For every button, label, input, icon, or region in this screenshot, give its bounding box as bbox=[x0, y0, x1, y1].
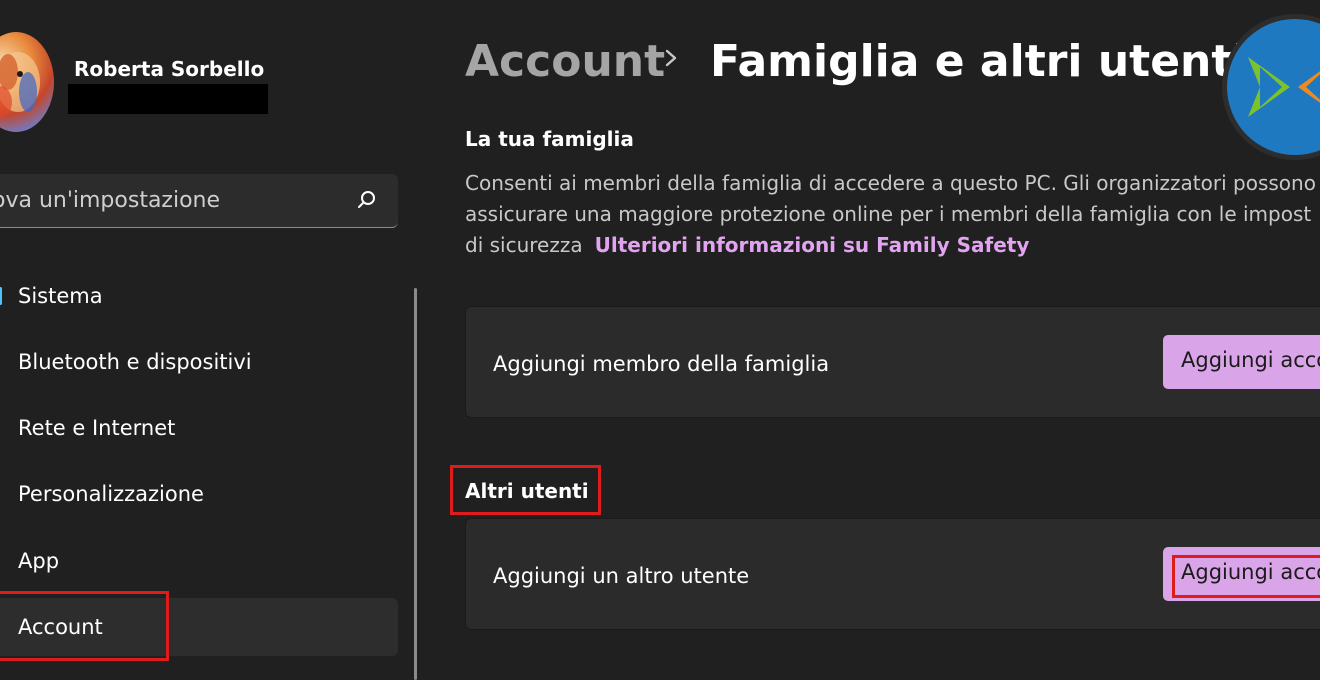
family-description-text: di sicurezza bbox=[465, 233, 583, 257]
sidebar-item-sistema[interactable]: Sistema bbox=[0, 267, 398, 325]
user-name: Roberta Sorbello bbox=[74, 57, 265, 81]
sidebar-item-rete[interactable]: Rete e Internet bbox=[0, 400, 398, 458]
family-safety-link[interactable]: Ulteriori informazioni su Family Safety bbox=[595, 233, 1030, 257]
page-title: Famiglia e altri utenti bbox=[710, 36, 1248, 87]
highlight-box-add-account bbox=[1172, 555, 1320, 598]
sidebar-item-label: Bluetooth e dispositivi bbox=[18, 350, 252, 374]
highlight-box-altri-utenti bbox=[450, 465, 601, 515]
highlight-box-account bbox=[0, 591, 169, 661]
avatar[interactable] bbox=[0, 32, 54, 132]
sidebar-item-app[interactable]: App bbox=[0, 532, 398, 590]
family-description-line-1: Consenti ai membri della famiglia di acc… bbox=[465, 171, 1316, 195]
family-description-line-3: di sicurezza Ulteriori informazioni su Fa… bbox=[465, 233, 1029, 257]
add-family-account-button[interactable]: Aggiungi account bbox=[1163, 335, 1320, 389]
add-other-user-label: Aggiungi un altro utente bbox=[493, 564, 750, 588]
sidebar-item-bluetooth[interactable]: Bluetooth e dispositivi bbox=[0, 333, 398, 391]
redacted-email bbox=[68, 84, 268, 114]
dog-portrait-icon bbox=[0, 52, 40, 118]
add-family-member-card: Aggiungi membro della famiglia Aggiungi … bbox=[465, 306, 1320, 418]
sidebar-item-label: Rete e Internet bbox=[18, 416, 176, 440]
chevron-right-icon bbox=[665, 49, 677, 67]
add-family-member-label: Aggiungi membro della famiglia bbox=[493, 352, 830, 376]
search-input[interactable]: ova un'impostazione bbox=[0, 188, 220, 213]
search-icon[interactable] bbox=[355, 188, 379, 212]
site-logo-icon bbox=[1222, 14, 1320, 160]
family-section-title: La tua famiglia bbox=[465, 127, 634, 151]
sidebar-scrollbar[interactable] bbox=[414, 288, 417, 680]
breadcrumb-parent[interactable]: Account bbox=[465, 36, 665, 87]
settings-window: Roberta Sorbello ova un'impostazione Sis… bbox=[0, 0, 1320, 680]
sidebar-item-label: Personalizzazione bbox=[18, 482, 204, 506]
sidebar-item-label: Sistema bbox=[18, 284, 103, 308]
sidebar-item-label: App bbox=[18, 549, 60, 573]
sidebar-item-personalizzazione[interactable]: Personalizzazione bbox=[0, 466, 398, 524]
family-description-line-2: assicurare una maggiore protezione onlin… bbox=[465, 202, 1312, 226]
